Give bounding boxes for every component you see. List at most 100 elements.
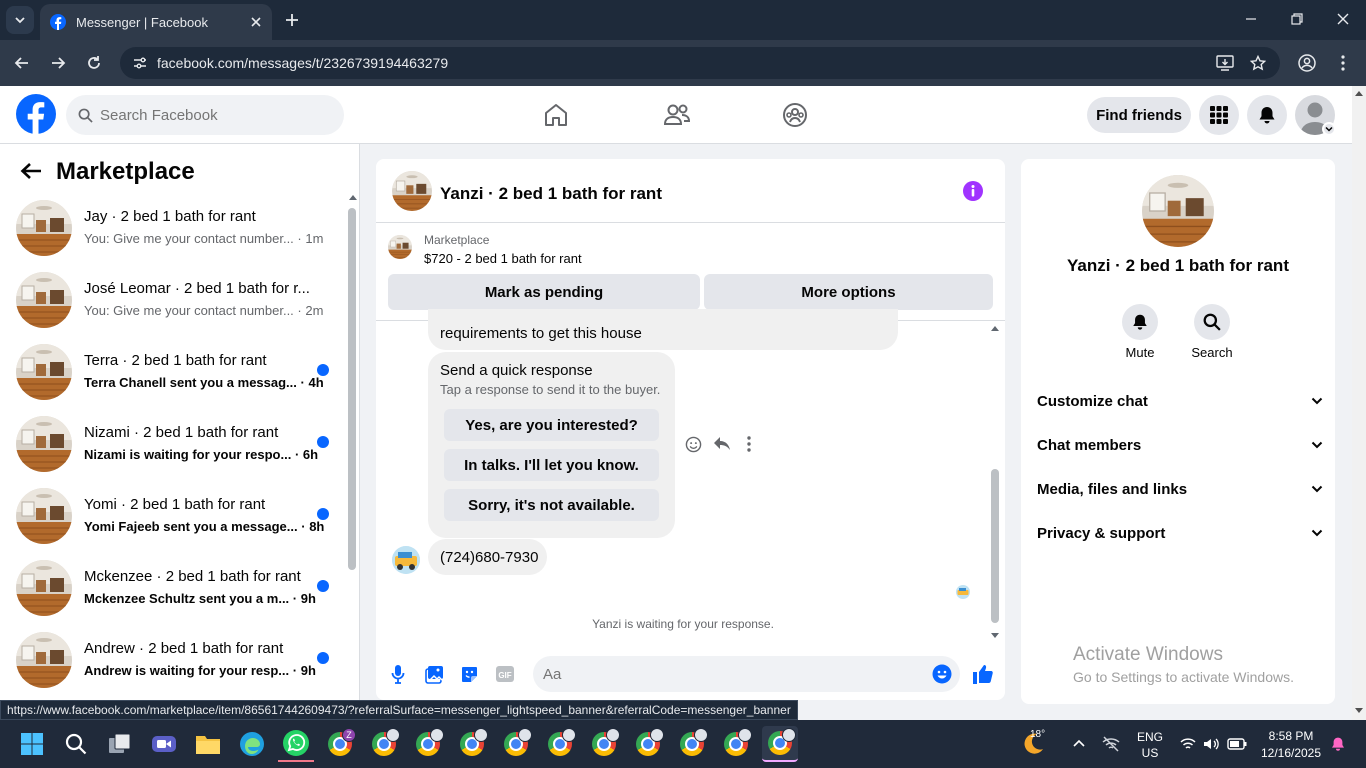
browser-menu-icon[interactable] bbox=[1340, 54, 1346, 72]
like-thumb-icon[interactable] bbox=[972, 663, 994, 685]
phone-message-bubble[interactable]: (724)680-7930 bbox=[428, 539, 547, 575]
info-icon[interactable] bbox=[962, 180, 984, 202]
section-chat-members[interactable]: Chat members bbox=[1037, 423, 1323, 467]
site-settings-icon[interactable] bbox=[132, 55, 148, 71]
sticker-icon[interactable] bbox=[460, 665, 479, 684]
menu-button[interactable] bbox=[1199, 95, 1239, 135]
conversation-item[interactable]: Nizami · 2 bed 1 bath for rant Nizami is … bbox=[0, 416, 345, 488]
quick-reply-button[interactable]: Yes, are you interested? bbox=[444, 409, 659, 441]
taskbar-search-button[interactable] bbox=[58, 726, 94, 762]
conversation-item[interactable]: Mckenzee · 2 bed 1 bath for rant Mckenzee… bbox=[0, 560, 345, 632]
taskbar-chrome-active[interactable] bbox=[762, 726, 798, 762]
search-box[interactable] bbox=[66, 95, 344, 135]
conversation-item[interactable]: Andrew · 2 bed 1 bath for rant Andrew is … bbox=[0, 632, 345, 700]
listing-thumbnail[interactable] bbox=[388, 235, 412, 259]
forward-icon[interactable] bbox=[50, 55, 66, 71]
search-in-chat-button[interactable] bbox=[1194, 304, 1230, 340]
back-arrow-icon[interactable] bbox=[20, 162, 42, 180]
reply-icon[interactable] bbox=[713, 436, 731, 452]
message-input[interactable] bbox=[533, 656, 960, 692]
section-media-files-links[interactable]: Media, files and links bbox=[1037, 467, 1323, 511]
taskbar-chrome[interactable] bbox=[718, 726, 754, 762]
chat-scrollbar-thumb[interactable] bbox=[991, 469, 999, 623]
chat-avatar[interactable] bbox=[392, 171, 432, 211]
tab-search-button[interactable] bbox=[6, 6, 34, 34]
notification-bell-icon[interactable] bbox=[1330, 735, 1346, 753]
task-view-button[interactable] bbox=[102, 726, 138, 762]
clock-time: 8:58 PM bbox=[1268, 729, 1314, 743]
browser-tab[interactable]: Messenger | Facebook bbox=[40, 4, 272, 40]
groups-icon[interactable] bbox=[782, 102, 808, 128]
close-tab-icon[interactable] bbox=[250, 16, 262, 28]
react-emoji-icon[interactable] bbox=[685, 436, 702, 453]
quick-reply-button[interactable]: In talks. I'll let you know. bbox=[444, 449, 659, 481]
mute-button[interactable] bbox=[1122, 304, 1158, 340]
scroll-up-icon[interactable] bbox=[991, 325, 999, 331]
more-options-button[interactable]: More options bbox=[704, 274, 993, 310]
listing-title-link[interactable]: $720 - 2 bed 1 bath for rant bbox=[424, 251, 582, 266]
chat-scrollbar[interactable] bbox=[990, 325, 1000, 643]
sender-avatar[interactable] bbox=[392, 546, 420, 574]
taskbar-meet-app[interactable] bbox=[146, 726, 182, 762]
sidebar-scrollbar-thumb[interactable] bbox=[348, 208, 356, 570]
quick-reply-button[interactable]: Sorry, it's not available. bbox=[444, 489, 659, 521]
clock[interactable]: 8:58 PM 12/16/2025 bbox=[1256, 729, 1326, 760]
sidebar-scroll-up-icon[interactable] bbox=[349, 194, 357, 200]
taskbar-chrome-profile-z[interactable]: Z bbox=[322, 726, 358, 762]
emoji-icon[interactable] bbox=[932, 664, 952, 684]
taskbar-chrome[interactable] bbox=[498, 726, 534, 762]
conversation-item[interactable]: Yomi · 2 bed 1 bath for rant Yomi Fajeeb … bbox=[0, 488, 345, 560]
details-avatar[interactable] bbox=[1142, 175, 1214, 247]
search-input[interactable] bbox=[100, 95, 330, 135]
chevron-up-icon[interactable] bbox=[1073, 739, 1085, 747]
conversation-item[interactable]: José Leomar · 2 bed 1 bath for r... You: … bbox=[0, 272, 345, 344]
friends-icon[interactable] bbox=[663, 102, 691, 128]
photo-icon[interactable] bbox=[425, 665, 444, 684]
wifi-icon[interactable] bbox=[1180, 737, 1196, 751]
conversation-item[interactable]: Jay · 2 bed 1 bath for rant You: Give me … bbox=[0, 200, 345, 272]
back-icon[interactable] bbox=[14, 55, 30, 71]
profile-icon[interactable] bbox=[1298, 54, 1316, 72]
taskbar-whatsapp[interactable] bbox=[278, 726, 314, 762]
taskbar-edge[interactable] bbox=[234, 726, 270, 762]
bookmark-star-icon[interactable] bbox=[1250, 55, 1266, 71]
new-tab-icon[interactable] bbox=[282, 10, 302, 30]
address-bar[interactable]: facebook.com/messages/t/2326739194463279 bbox=[120, 47, 1280, 79]
volume-icon[interactable] bbox=[1203, 737, 1219, 751]
scroll-down-icon[interactable] bbox=[1355, 708, 1363, 714]
taskbar-chrome[interactable] bbox=[366, 726, 402, 762]
install-app-icon[interactable] bbox=[1216, 55, 1234, 71]
taskbar-chrome[interactable] bbox=[674, 726, 710, 762]
mark-as-pending-button[interactable]: Mark as pending bbox=[388, 274, 700, 310]
notifications-button[interactable] bbox=[1247, 95, 1287, 135]
gif-icon[interactable]: GIF bbox=[495, 665, 515, 683]
taskbar-chrome[interactable] bbox=[454, 726, 490, 762]
facebook-logo-icon[interactable] bbox=[16, 94, 56, 134]
network-off-icon[interactable] bbox=[1102, 736, 1120, 752]
microphone-icon[interactable] bbox=[391, 664, 405, 684]
taskbar-chrome[interactable] bbox=[542, 726, 578, 762]
close-window-icon[interactable] bbox=[1336, 12, 1350, 26]
section-customize-chat[interactable]: Customize chat bbox=[1037, 379, 1323, 423]
start-button[interactable] bbox=[14, 726, 50, 762]
chat-title[interactable]: Yanzi · 2 bed 1 bath for rant bbox=[440, 184, 662, 204]
taskbar-chrome[interactable] bbox=[410, 726, 446, 762]
minimize-icon[interactable] bbox=[1244, 12, 1258, 26]
restore-icon[interactable] bbox=[1290, 12, 1304, 26]
page-scrollbar[interactable] bbox=[1352, 86, 1366, 720]
home-icon[interactable] bbox=[543, 102, 569, 128]
account-menu-chevron[interactable] bbox=[1322, 122, 1336, 136]
find-friends-button[interactable]: Find friends bbox=[1087, 97, 1191, 133]
reload-icon[interactable] bbox=[86, 55, 102, 71]
battery-icon[interactable] bbox=[1227, 737, 1247, 751]
message-bubble[interactable]: requirements to get this house bbox=[428, 309, 898, 350]
taskbar-chrome[interactable] bbox=[630, 726, 666, 762]
more-actions-icon[interactable] bbox=[747, 436, 751, 452]
scroll-down-icon[interactable] bbox=[991, 633, 999, 639]
section-privacy-support[interactable]: Privacy & support bbox=[1037, 511, 1323, 555]
taskbar-file-explorer[interactable] bbox=[190, 726, 226, 762]
conversation-item[interactable]: Terra · 2 bed 1 bath for rant Terra Chane… bbox=[0, 344, 345, 416]
taskbar-chrome[interactable] bbox=[586, 726, 622, 762]
scroll-up-icon[interactable] bbox=[1355, 90, 1363, 96]
input-language[interactable]: ENG US bbox=[1134, 730, 1166, 760]
